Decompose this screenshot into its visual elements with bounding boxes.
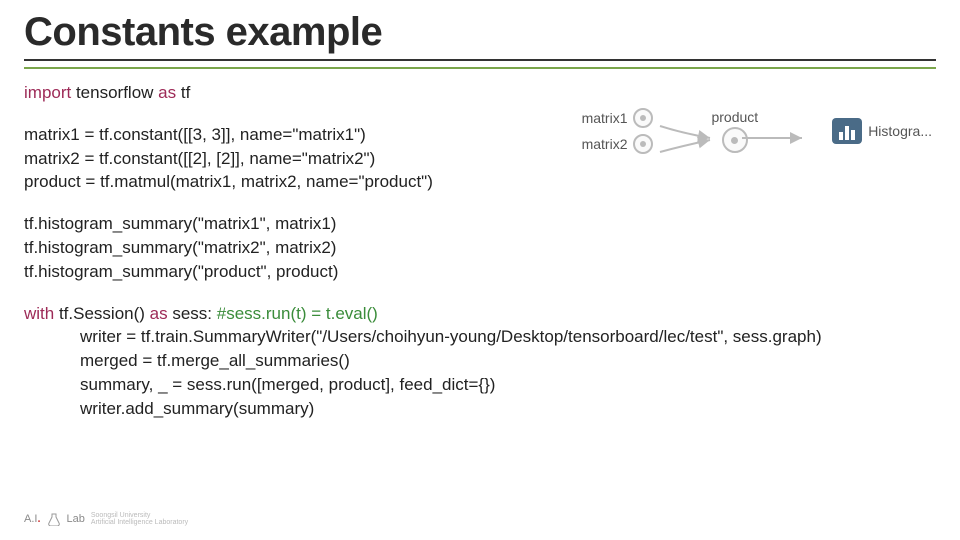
code-block-session: with tf.Session() as sess: #sess.run(t) … [24,302,936,421]
footer-brand: A.I. [24,513,41,525]
footer-lab: Lab [67,513,85,525]
node-label: matrix1 [582,110,628,126]
code-line: writer = tf.train.SummaryWriter("/Users/… [24,325,936,349]
slide-title: Constants example [24,10,936,61]
node-label: matrix2 [582,136,628,152]
keyword-as: as [150,304,168,323]
flask-icon [47,512,61,526]
graph-node-matrix1: matrix1 [582,108,654,128]
footer-sub2: Artificial Intelligence Laboratory [91,519,188,526]
product-label: product [711,109,758,125]
keyword-import: import [24,83,71,102]
code-line: with tf.Session() as sess: #sess.run(t) … [24,302,936,326]
footer-sub1: Soongsil University [91,512,188,519]
code-line: summary, _ = sess.run([merged, product],… [24,373,936,397]
code-line: merged = tf.merge_all_summaries() [24,349,936,373]
keyword-with: with [24,304,54,323]
code-block-import: import tensorflow as tf [24,81,936,105]
graph-diagram: matrix1 matrix2 product Histogra... [582,108,932,154]
code-line: tf.histogram_summary("product", product) [24,260,936,284]
code-line: tf.histogram_summary("matrix2", matrix2) [24,236,936,260]
product-node-icon [722,127,748,153]
accent-divider [24,67,936,69]
node-circle-icon [633,108,653,128]
comment: #sess.run(t) = t.eval() [217,304,378,323]
code-line: import tensorflow as tf [24,81,936,105]
keyword-as: as [158,83,176,102]
graph-node-matrix2: matrix2 [582,134,654,154]
code-block-summaries: tf.histogram_summary("matrix1", matrix1)… [24,212,936,283]
code-line: writer.add_summary(summary) [24,397,936,421]
node-circle-icon [633,134,653,154]
code-line: product = tf.matmul(matrix1, matrix2, na… [24,170,936,194]
histogram-icon [832,118,862,144]
slide-root: Constants example import tensorflow as t… [0,0,960,421]
code-line: tf.histogram_summary("matrix1", matrix1) [24,212,936,236]
histogram-label: Histogra... [868,123,932,139]
graph-inputs: matrix1 matrix2 [582,108,654,154]
footer-branding: A.I. Lab Soongsil University Artificial … [24,512,188,526]
